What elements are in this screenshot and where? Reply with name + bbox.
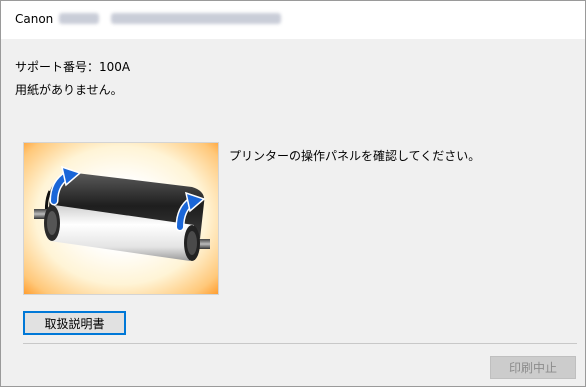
cancel-printing-button[interactable]: 印刷中止 — [490, 356, 576, 379]
separator — [23, 343, 577, 344]
status-message: 用紙がありません。 — [15, 83, 123, 97]
paper-roll-image — [23, 142, 219, 295]
online-manual-button[interactable]: 取扱説明書 — [23, 311, 126, 335]
error-dialog: Canon サポート番号：100A 用紙がありません。 プリンターの操作パネルを… — [0, 0, 586, 387]
window-title: Canon — [15, 12, 54, 26]
title-bar: Canon — [1, 1, 585, 39]
support-code: サポート番号：100A — [15, 60, 131, 74]
title-redacted-model — [59, 13, 99, 24]
title-redacted-host — [111, 13, 281, 24]
instruction-text: プリンターの操作パネルを確認してください。 — [229, 149, 481, 163]
paper-roll-illustration-icon — [34, 165, 210, 261]
